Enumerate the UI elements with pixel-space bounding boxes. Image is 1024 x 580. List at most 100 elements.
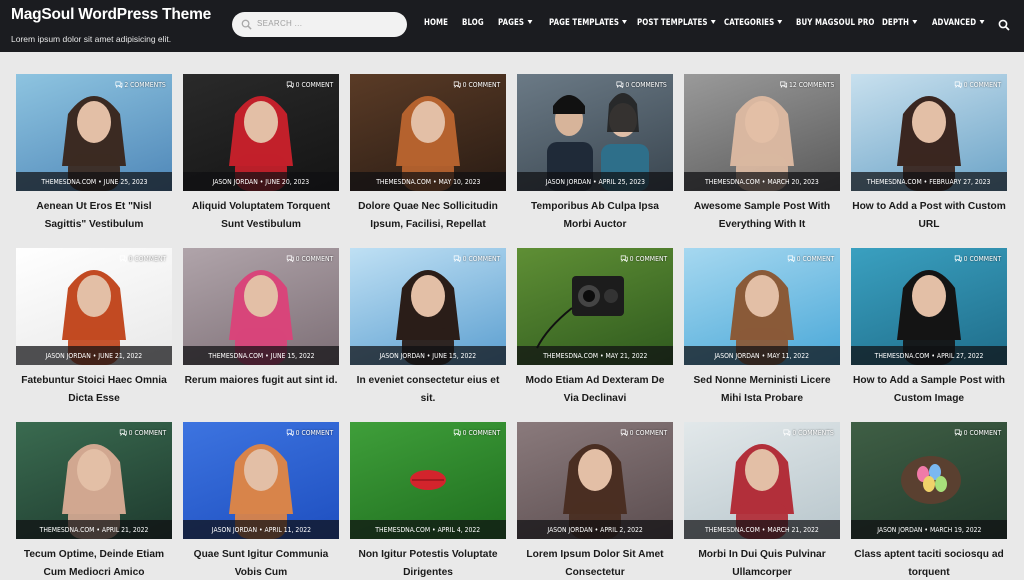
nav-item-post-templates[interactable]: POST TEMPLATES bbox=[637, 18, 716, 28]
post-author-date[interactable]: JASON JORDAN • APRIL 25, 2023 bbox=[545, 172, 644, 191]
comment-count[interactable]: 0 COMMENT bbox=[119, 428, 166, 437]
post-author-date[interactable]: JASON JORDAN • APRIL 2, 2022 bbox=[547, 520, 642, 539]
post-thumbnail[interactable]: 2 COMMENTS THEMESDNA.COM • JUNE 25, 2023 bbox=[16, 74, 172, 191]
comment-count[interactable]: 2 COMMENTS bbox=[115, 80, 166, 89]
post-card[interactable]: 0 COMMENT THEMESDNA.COM • APRIL 27, 2022 H… bbox=[851, 248, 1007, 414]
post-title[interactable]: Awesome Sample Post With Everything With… bbox=[684, 198, 840, 233]
comment-count[interactable]: 0 COMMENT bbox=[954, 80, 1001, 89]
comment-count[interactable]: 0 COMMENT bbox=[453, 254, 500, 263]
comment-count[interactable]: 0 COMMENTS bbox=[616, 80, 667, 89]
post-thumbnail[interactable]: 0 COMMENT THEMESDNA.COM • APRIL 27, 2022 bbox=[851, 248, 1007, 365]
post-card[interactable]: 0 COMMENT JASON JORDAN • JUNE 15, 2022 In … bbox=[350, 248, 506, 414]
post-title[interactable]: How to Add a Post with Custom URL bbox=[851, 198, 1007, 233]
nav-item-home[interactable]: HOME bbox=[424, 18, 448, 28]
post-title[interactable]: Aenean Ut Eros Et "Nisl Sagittis" Vestib… bbox=[16, 198, 172, 233]
nav-item-buy-magsoul-pro[interactable]: BUY MAGSOUL PRO bbox=[796, 18, 874, 28]
post-title[interactable]: Sed Nonne Merninisti Licere Mihi Ista Pr… bbox=[684, 372, 840, 407]
post-title[interactable]: Dolore Quae Nec Sollicitudin Ipsum, Faci… bbox=[350, 198, 506, 233]
comment-count[interactable]: 0 COMMENTS bbox=[783, 428, 834, 437]
post-title[interactable]: In eveniet consectetur eius et sit. bbox=[350, 372, 506, 407]
post-title[interactable]: Class aptent taciti sociosqu ad torquent bbox=[851, 546, 1007, 580]
post-author-date[interactable]: THEMESDNA.COM • APRIL 27, 2022 bbox=[875, 346, 984, 365]
post-card[interactable]: 0 COMMENT JASON JORDAN • JUNE 21, 2022 Fat… bbox=[16, 248, 172, 414]
post-thumbnail[interactable]: 0 COMMENT JASON JORDAN • JUNE 15, 2022 bbox=[350, 248, 506, 365]
post-card[interactable]: 0 COMMENT JASON JORDAN • JUNE 20, 2023 Ali… bbox=[183, 74, 339, 240]
post-author-date[interactable]: THEMESDNA.COM • MARCH 20, 2023 bbox=[705, 172, 819, 191]
post-thumbnail[interactable]: 0 COMMENT THEMESDNA.COM • APRIL 4, 2022 bbox=[350, 422, 506, 539]
nav-item-blog[interactable]: BLOG bbox=[462, 18, 484, 28]
post-card[interactable]: 2 COMMENTS THEMESDNA.COM • JUNE 25, 2023 A… bbox=[16, 74, 172, 240]
nav-item-depth[interactable]: DEPTH bbox=[882, 18, 918, 28]
post-title[interactable]: Modo Etiam Ad Dexteram De Via Declinavi bbox=[517, 372, 673, 407]
post-title[interactable]: Aliquid Voluptatem Torquent Sunt Vestibu… bbox=[183, 198, 339, 233]
post-author-date[interactable]: THEMESDNA.COM • MAY 10, 2023 bbox=[376, 172, 480, 191]
post-title[interactable]: How to Add a Sample Post with Custom Ima… bbox=[851, 372, 1007, 407]
nav-item-categories[interactable]: CATEGORIES bbox=[724, 18, 783, 28]
nav-item-page-templates[interactable]: PAGE TEMPLATES bbox=[549, 18, 628, 28]
post-author-date[interactable]: THEMESDNA.COM • JUNE 15, 2022 bbox=[208, 346, 314, 365]
post-thumbnail[interactable]: 0 COMMENT THEMESDNA.COM • MAY 10, 2023 bbox=[350, 74, 506, 191]
post-thumbnail[interactable]: 0 COMMENT JASON JORDAN • MARCH 19, 2022 bbox=[851, 422, 1007, 539]
nav-item-advanced[interactable]: ADVANCED bbox=[932, 18, 985, 28]
post-author-date[interactable]: JASON JORDAN • JUNE 20, 2023 bbox=[213, 172, 310, 191]
post-card[interactable]: 0 COMMENT JASON JORDAN • MARCH 19, 2022 Cl… bbox=[851, 422, 1007, 580]
post-title[interactable]: Rerum maiores fugit aut sint id. bbox=[183, 372, 339, 390]
comment-count[interactable]: 0 COMMENT bbox=[954, 254, 1001, 263]
comment-count[interactable]: 0 COMMENT bbox=[453, 428, 500, 437]
post-title[interactable]: Morbi In Dui Quis Pulvinar Ullamcorper bbox=[684, 546, 840, 580]
comment-count[interactable]: 0 COMMENT bbox=[286, 254, 333, 263]
search-input[interactable]: SEARCH ... bbox=[232, 12, 407, 37]
post-card[interactable]: 12 COMMENTS THEMESDNA.COM • MARCH 20, 202… bbox=[684, 74, 840, 240]
post-thumbnail[interactable]: 0 COMMENT JASON JORDAN • APRIL 11, 2022 bbox=[183, 422, 339, 539]
post-thumbnail[interactable]: 0 COMMENT THEMESDNA.COM • APRIL 21, 2022 bbox=[16, 422, 172, 539]
comment-count[interactable]: 0 COMMENT bbox=[286, 80, 333, 89]
comment-count[interactable]: 0 COMMENT bbox=[620, 428, 667, 437]
post-card[interactable]: 0 COMMENT THEMESDNA.COM • JUNE 15, 2022 Re… bbox=[183, 248, 339, 414]
post-author-date[interactable]: JASON JORDAN • APRIL 11, 2022 bbox=[211, 520, 310, 539]
post-card[interactable]: 0 COMMENTS THEMESDNA.COM • MARCH 21, 2022… bbox=[684, 422, 840, 580]
post-author-date[interactable]: JASON JORDAN • MAY 11, 2022 bbox=[715, 346, 810, 365]
post-title[interactable]: Quae Sunt Igitur Communia Vobis Cum bbox=[183, 546, 339, 580]
post-author-date[interactable]: THEMESDNA.COM • APRIL 21, 2022 bbox=[40, 520, 149, 539]
comment-count[interactable]: 0 COMMENT bbox=[453, 80, 500, 89]
post-thumbnail[interactable]: 0 COMMENTS THEMESDNA.COM • MARCH 21, 2022 bbox=[684, 422, 840, 539]
nav-item-pages[interactable]: PAGES bbox=[498, 18, 533, 28]
post-author-date[interactable]: JASON JORDAN • JUNE 15, 2022 bbox=[380, 346, 477, 365]
site-title[interactable]: MagSoul WordPress Theme bbox=[11, 6, 211, 24]
post-author-date[interactable]: THEMESDNA.COM • JUNE 25, 2023 bbox=[41, 172, 147, 191]
post-card[interactable]: 0 COMMENT JASON JORDAN • APRIL 11, 2022 Qu… bbox=[183, 422, 339, 580]
post-card[interactable]: 0 COMMENT JASON JORDAN • APRIL 2, 2022 Lor… bbox=[517, 422, 673, 580]
post-author-date[interactable]: JASON JORDAN • MARCH 19, 2022 bbox=[877, 520, 981, 539]
comment-count[interactable]: 12 COMMENTS bbox=[779, 80, 834, 89]
post-card[interactable]: 0 COMMENT JASON JORDAN • MAY 11, 2022 Sed … bbox=[684, 248, 840, 414]
post-card[interactable]: 0 COMMENT THEMESDNA.COM • MAY 21, 2022 Mod… bbox=[517, 248, 673, 414]
post-thumbnail[interactable]: 0 COMMENT JASON JORDAN • MAY 11, 2022 bbox=[684, 248, 840, 365]
post-thumbnail[interactable]: 0 COMMENT JASON JORDAN • APRIL 2, 2022 bbox=[517, 422, 673, 539]
post-thumbnail[interactable]: 0 COMMENT JASON JORDAN • JUNE 20, 2023 bbox=[183, 74, 339, 191]
post-author-date[interactable]: JASON JORDAN • JUNE 21, 2022 bbox=[46, 346, 143, 365]
comment-count[interactable]: 0 COMMENT bbox=[119, 254, 166, 263]
post-title[interactable]: Tecum Optime, Deinde Etiam Cum Mediocri … bbox=[16, 546, 172, 580]
post-author-date[interactable]: THEMESDNA.COM • MAY 21, 2022 bbox=[543, 346, 647, 365]
comment-count[interactable]: 0 COMMENT bbox=[954, 428, 1001, 437]
comment-count[interactable]: 0 COMMENT bbox=[286, 428, 333, 437]
post-author-date[interactable]: THEMESDNA.COM • FEBRUARY 27, 2023 bbox=[867, 172, 991, 191]
post-title[interactable]: Lorem Ipsum Dolor Sit Amet Consectetur bbox=[517, 546, 673, 580]
post-card[interactable]: 0 COMMENT THEMESDNA.COM • MAY 10, 2023 Dol… bbox=[350, 74, 506, 240]
post-thumbnail[interactable]: 0 COMMENTS JASON JORDAN • APRIL 25, 2023 bbox=[517, 74, 673, 191]
post-title[interactable]: Temporibus Ab Culpa Ipsa Morbi Auctor bbox=[517, 198, 673, 233]
post-card[interactable]: 0 COMMENT THEMESDNA.COM • APRIL 4, 2022 No… bbox=[350, 422, 506, 580]
post-title[interactable]: Fatebuntur Stoici Haec Omnia Dicta Esse bbox=[16, 372, 172, 407]
comment-count[interactable]: 0 COMMENT bbox=[620, 254, 667, 263]
search-toggle-icon[interactable] bbox=[998, 19, 1010, 31]
post-thumbnail[interactable]: 0 COMMENT THEMESDNA.COM • JUNE 15, 2022 bbox=[183, 248, 339, 365]
post-thumbnail[interactable]: 0 COMMENT THEMESDNA.COM • FEBRUARY 27, 20… bbox=[851, 74, 1007, 191]
post-thumbnail[interactable]: 0 COMMENT THEMESDNA.COM • MAY 21, 2022 bbox=[517, 248, 673, 365]
post-author-date[interactable]: THEMESDNA.COM • MARCH 21, 2022 bbox=[705, 520, 819, 539]
post-thumbnail[interactable]: 0 COMMENT JASON JORDAN • JUNE 21, 2022 bbox=[16, 248, 172, 365]
post-title[interactable]: Non Igitur Potestis Voluptate Dirigentes bbox=[350, 546, 506, 580]
post-card[interactable]: 0 COMMENTS JASON JORDAN • APRIL 25, 2023 T… bbox=[517, 74, 673, 240]
post-card[interactable]: 0 COMMENT THEMESDNA.COM • FEBRUARY 27, 20… bbox=[851, 74, 1007, 240]
post-card[interactable]: 0 COMMENT THEMESDNA.COM • APRIL 21, 2022 T… bbox=[16, 422, 172, 580]
post-author-date[interactable]: THEMESDNA.COM • APRIL 4, 2022 bbox=[376, 520, 481, 539]
